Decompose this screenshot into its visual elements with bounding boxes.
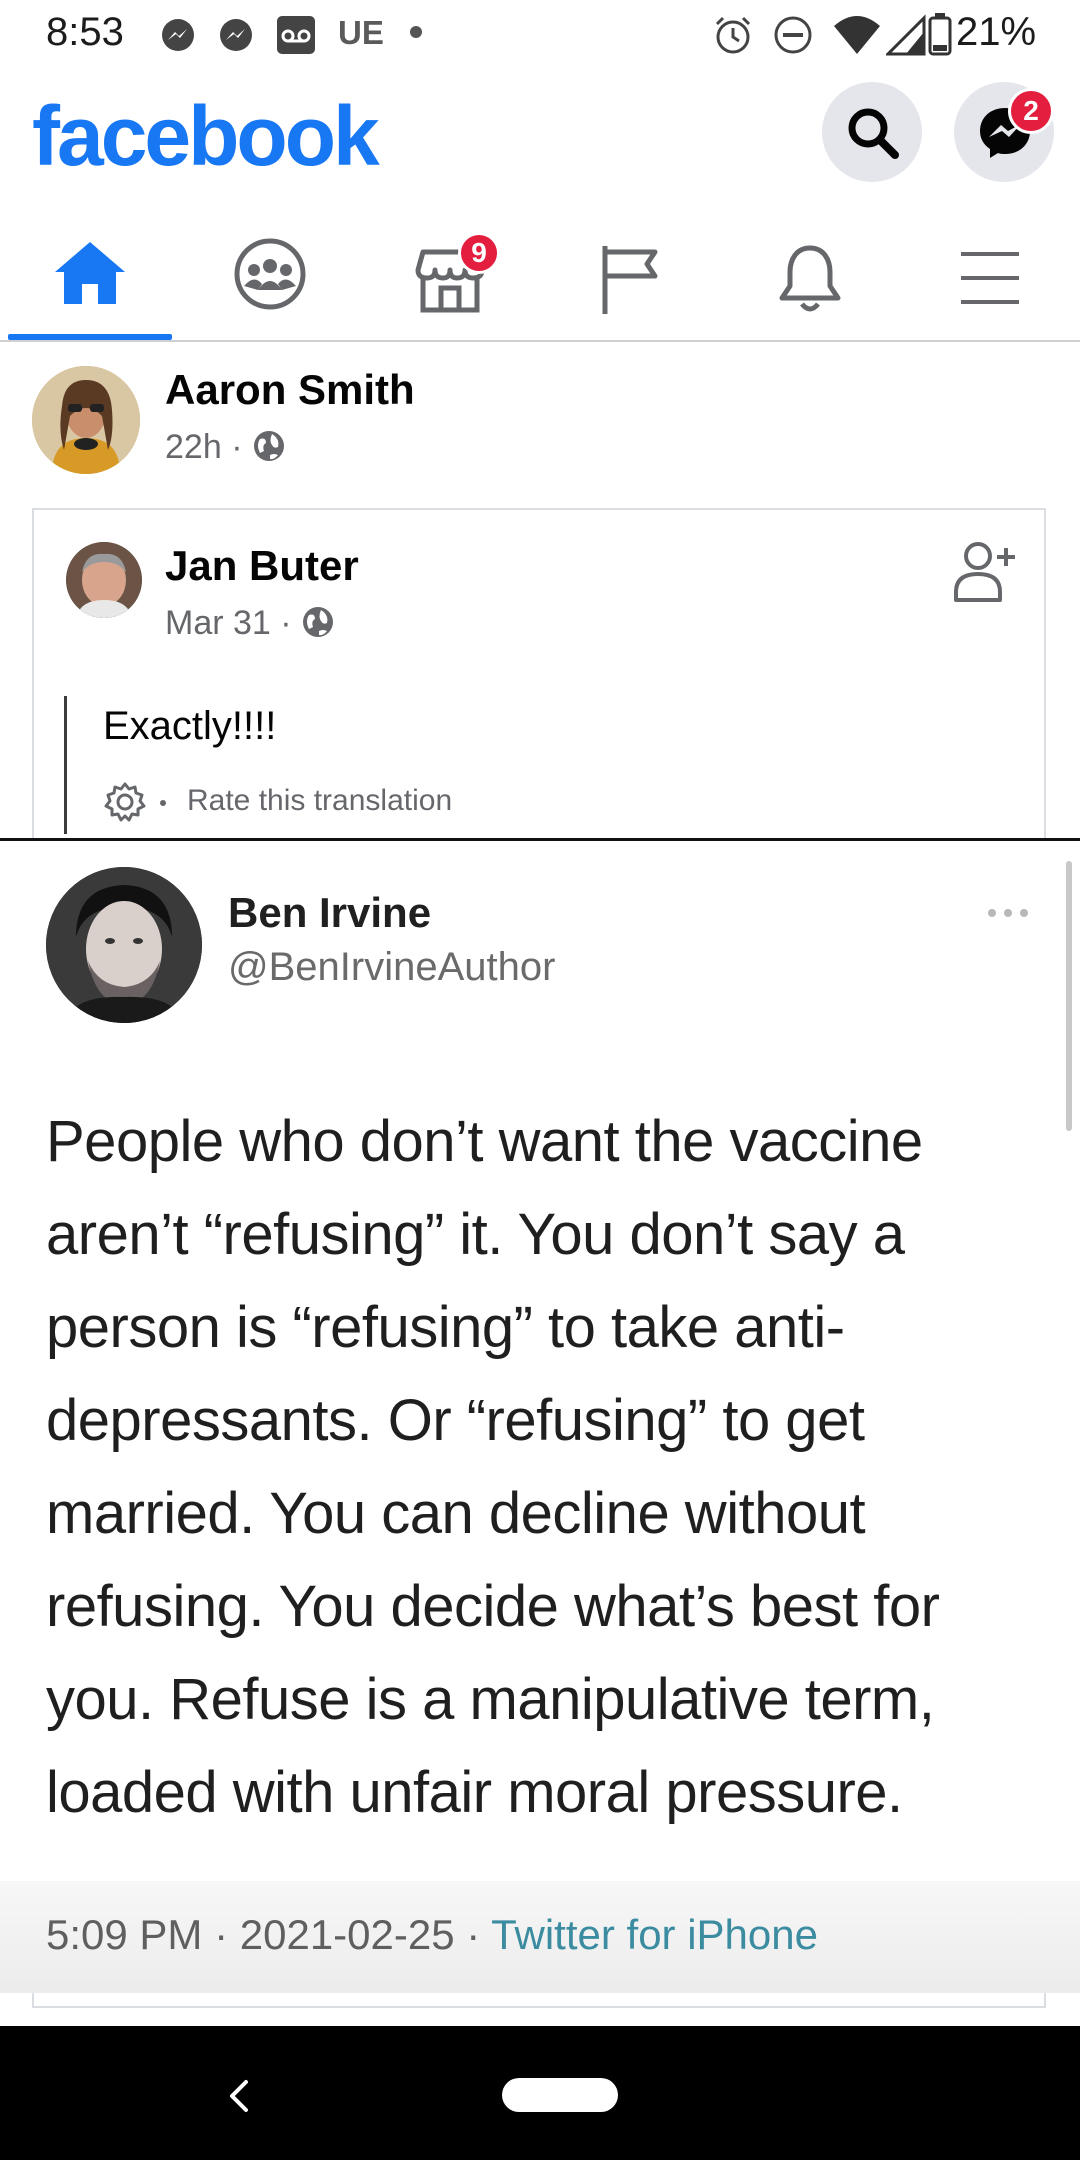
- marketplace-badge: 9: [458, 232, 500, 274]
- search-icon: [848, 108, 899, 159]
- tweet-time: 5:09 PM: [46, 1911, 203, 1958]
- wifi-icon: [834, 16, 880, 54]
- shared-post-text: Exactly!!!!: [103, 704, 277, 748]
- tweet-date: 2021-02-25: [239, 1911, 455, 1958]
- post-author-name[interactable]: Aaron Smith: [165, 366, 415, 414]
- jan-avatar[interactable]: [66, 542, 142, 618]
- post-meta: 22h ·: [165, 428, 286, 467]
- tweet-handle: @BenIrvineAuthor: [228, 945, 556, 989]
- home-icon: [55, 242, 125, 304]
- rate-translation-link[interactable]: Rate this translation: [187, 784, 452, 818]
- add-friend-icon[interactable]: [952, 538, 1018, 604]
- avatar-photo: [32, 366, 140, 474]
- status-time: 8:53: [46, 10, 124, 54]
- bell-icon: [779, 245, 841, 312]
- gear-icon[interactable]: [103, 780, 147, 824]
- dot-separator: [160, 800, 166, 806]
- image-scrollbar: [1066, 861, 1072, 1131]
- messenger-notification-icon: [162, 19, 194, 51]
- nav-divider: [0, 340, 1080, 342]
- shared-author-name[interactable]: Jan Buter: [165, 542, 359, 590]
- more-options-icon: [988, 909, 1028, 917]
- do-not-disturb-icon: [774, 16, 812, 54]
- tweet-author-name: Ben Irvine: [228, 889, 432, 936]
- cell-signal-icon: [886, 14, 926, 56]
- tweet-screenshot-image[interactable]: Ben Irvine @BenIrvineAuthor People who d…: [0, 838, 1080, 1993]
- voicemail-icon: [277, 16, 315, 54]
- tweet-avatar: [46, 867, 202, 1023]
- tab-notifications[interactable]: [720, 220, 900, 340]
- dot-icon: [410, 26, 422, 38]
- menu-icon: [961, 252, 1019, 304]
- avatar-photo: [66, 542, 142, 618]
- tab-marketplace[interactable]: 9: [360, 220, 540, 340]
- tweet-source: Twitter for iPhone: [491, 1911, 818, 1958]
- tweet-text: People who don’t want the vaccine aren’t…: [46, 1109, 940, 1825]
- home-gesture-pill[interactable]: [502, 2078, 618, 2112]
- alarm-icon: [715, 16, 751, 54]
- tab-pages[interactable]: [540, 220, 720, 340]
- globe-icon: [253, 431, 284, 461]
- carrier-tag: UE: [338, 14, 384, 51]
- groups-icon: [234, 238, 306, 310]
- search-button[interactable]: [822, 82, 922, 182]
- facebook-logo[interactable]: facebook: [32, 88, 380, 185]
- tab-home[interactable]: [0, 220, 180, 340]
- messenger-badge: 2: [1008, 88, 1054, 134]
- tab-menu[interactable]: [900, 220, 1080, 340]
- flag-icon: [602, 246, 658, 314]
- meta-separator: ·: [231, 428, 243, 466]
- shared-post-meta: Mar 31 ·: [165, 604, 335, 643]
- tab-groups[interactable]: [180, 220, 360, 340]
- shared-post-time[interactable]: Mar 31: [165, 604, 271, 642]
- aaron-avatar[interactable]: [32, 366, 140, 474]
- quote-bar: [64, 696, 67, 834]
- messenger-notification-icon: [220, 19, 252, 51]
- globe-icon: [303, 607, 334, 637]
- status-bar: 8:53 UE 21%: [0, 0, 1080, 72]
- back-icon[interactable]: [224, 2076, 254, 2116]
- post-time[interactable]: 22h: [165, 428, 222, 466]
- avatar-photo: [46, 867, 202, 1023]
- battery-icon: [928, 13, 952, 56]
- meta-separator: ·: [280, 604, 292, 642]
- tweet-footer: 5:09 PM · 2021-02-25 · Twitter for iPhon…: [46, 1911, 818, 1958]
- battery-percent: 21%: [956, 10, 1037, 54]
